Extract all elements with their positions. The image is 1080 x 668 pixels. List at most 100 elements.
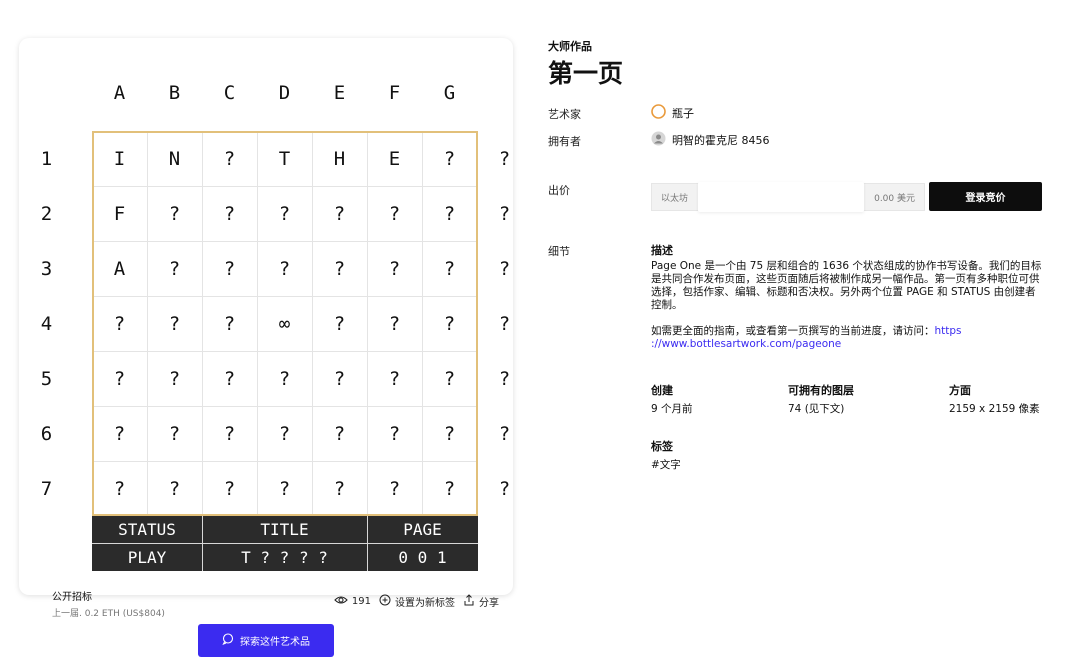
tag-link[interactable]: #文字 <box>651 459 681 471</box>
views-count: 191 <box>334 595 371 608</box>
page-label: PAGE <box>403 520 442 539</box>
explore-artwork-button[interactable]: 探索这件艺术品 <box>198 624 334 657</box>
board-cell[interactable]: ? <box>202 241 257 296</box>
bid-input-group: 以太坊 0.00 美元 <box>651 182 925 212</box>
column-header: A <box>113 81 126 104</box>
details-label: 细节 <box>548 245 570 258</box>
board-cell[interactable]: ? <box>367 351 422 406</box>
tags-section: 标签 #文字 <box>651 438 681 472</box>
board-cell[interactable]: ? <box>312 406 367 461</box>
board-cell[interactable]: ? <box>312 241 367 296</box>
row-end-cell: ? <box>498 202 511 225</box>
bid-amount-input[interactable] <box>698 182 864 212</box>
board-cell[interactable]: ? <box>312 461 367 516</box>
eye-icon <box>334 595 348 608</box>
board-cell[interactable]: ? <box>202 296 257 351</box>
board-cell[interactable]: ? <box>312 351 367 406</box>
board-cell[interactable]: ? <box>257 186 312 241</box>
share-button[interactable]: 分享 <box>463 594 499 609</box>
column-header: B <box>168 81 181 104</box>
board-cell[interactable]: ? <box>257 461 312 516</box>
row-end-cell: ? <box>498 477 511 500</box>
explore-label: 探索这件艺术品 <box>240 637 310 648</box>
status-value: PLAY <box>127 548 167 567</box>
board-cell[interactable]: ? <box>422 351 477 406</box>
board-cell[interactable]: ? <box>92 406 147 461</box>
board-cell[interactable]: ? <box>257 241 312 296</box>
board-cell[interactable]: ? <box>312 296 367 351</box>
board-cell[interactable]: ? <box>147 241 202 296</box>
board-cell[interactable]: ? <box>257 406 312 461</box>
board-cell[interactable]: ? <box>367 296 422 351</box>
board-cell[interactable]: ? <box>422 186 477 241</box>
board-cell[interactable]: ? <box>147 406 202 461</box>
board-cell[interactable]: ? <box>202 461 257 516</box>
board-cell[interactable]: ? <box>367 406 422 461</box>
row-header: 2 <box>40 202 53 225</box>
description-guide: 如需更全面的指南，或查看第一页撰写的当前进度，请访问：https ://www.… <box>651 325 1046 351</box>
bid-currency: 以太坊 <box>661 194 689 204</box>
board-cell[interactable]: ? <box>202 406 257 461</box>
board-cell[interactable]: ? <box>422 406 477 461</box>
share-icon <box>463 594 475 609</box>
status-bar: STATUS PLAY TITLE T ? ? ? ? PAGE 0 0 1 <box>92 516 478 571</box>
row-end-cell: ? <box>498 367 511 390</box>
board-cell[interactable]: ? <box>202 186 257 241</box>
set-tag-button[interactable]: 设置为新标签 <box>379 594 455 609</box>
description-text: Page One 是一个由 75 层和组合的 1636 个状态组成的协作书写设备… <box>651 260 1042 311</box>
board-cell[interactable]: ? <box>202 131 257 186</box>
owner-label: 拥有者 <box>548 135 581 148</box>
board-cell[interactable]: ? <box>92 351 147 406</box>
tag-plus-icon <box>379 594 391 609</box>
board-cell[interactable]: ? <box>147 186 202 241</box>
owner-name: 明智的霍克尼 8456 <box>672 134 770 147</box>
auction-type: 公开招标 <box>52 592 92 603</box>
board-cell[interactable]: ? <box>147 461 202 516</box>
login-bid-button[interactable]: 登录竞价 <box>929 182 1042 211</box>
dimensions-info: 方面 2159 x 2159 像素 <box>949 382 1040 416</box>
board-cell[interactable]: ? <box>367 461 422 516</box>
board-cell[interactable]: ? <box>422 461 477 516</box>
created-info: 创建 9 个月前 <box>651 382 693 416</box>
row-end-cell: ? <box>498 312 511 335</box>
board-cell[interactable]: ? <box>367 241 422 296</box>
board-cell[interactable]: ? <box>202 351 257 406</box>
dimensions-value: 2159 x 2159 像素 <box>949 403 1040 415</box>
artist-link[interactable]: 瓶子 <box>651 104 694 122</box>
board-cell[interactable]: I <box>92 131 147 186</box>
board-cell[interactable]: ? <box>422 131 477 186</box>
page-title: 第一页 <box>548 59 624 88</box>
bid-usd-value: 0.00 美元 <box>874 194 915 204</box>
last-sale: 上一届. 0.2 ETH (US$804) <box>52 609 165 619</box>
board-cell[interactable]: E <box>367 131 422 186</box>
board-cell[interactable]: ∞ <box>257 296 312 351</box>
bar-divider <box>92 543 478 544</box>
board-cell[interactable]: ? <box>312 186 367 241</box>
board-cell[interactable]: ? <box>422 296 477 351</box>
board-cell[interactable]: ? <box>422 241 477 296</box>
board-cell[interactable]: ? <box>92 461 147 516</box>
column-header: D <box>278 81 291 104</box>
owner-avatar-icon <box>651 131 666 149</box>
board-cell[interactable]: N <box>147 131 202 186</box>
column-header: E <box>333 81 346 104</box>
board-cell[interactable]: A <box>92 241 147 296</box>
row-header: 7 <box>40 477 53 500</box>
title-value: T ? ? ? ? <box>241 548 328 567</box>
board-cell[interactable]: H <box>312 131 367 186</box>
board-cell[interactable]: F <box>92 186 147 241</box>
auction-info: 公开招标 上一届. 0.2 ETH (US$804) <box>52 588 165 619</box>
set-tag-label: 设置为新标签 <box>395 598 455 609</box>
views-number: 191 <box>351 596 371 607</box>
layers-label: 可拥有的图层 <box>788 384 854 397</box>
owner-link[interactable]: 明智的霍克尼 8456 <box>651 131 770 149</box>
board-cell[interactable]: ? <box>147 351 202 406</box>
page-value: 0 0 1 <box>398 548 447 567</box>
board-cell[interactable]: ? <box>147 296 202 351</box>
board-cell[interactable]: T <box>257 131 312 186</box>
board-cell[interactable]: ? <box>257 351 312 406</box>
column-header: F <box>388 81 401 104</box>
board-cell[interactable]: ? <box>92 296 147 351</box>
board-cell[interactable]: ? <box>367 186 422 241</box>
share-label: 分享 <box>479 598 499 609</box>
